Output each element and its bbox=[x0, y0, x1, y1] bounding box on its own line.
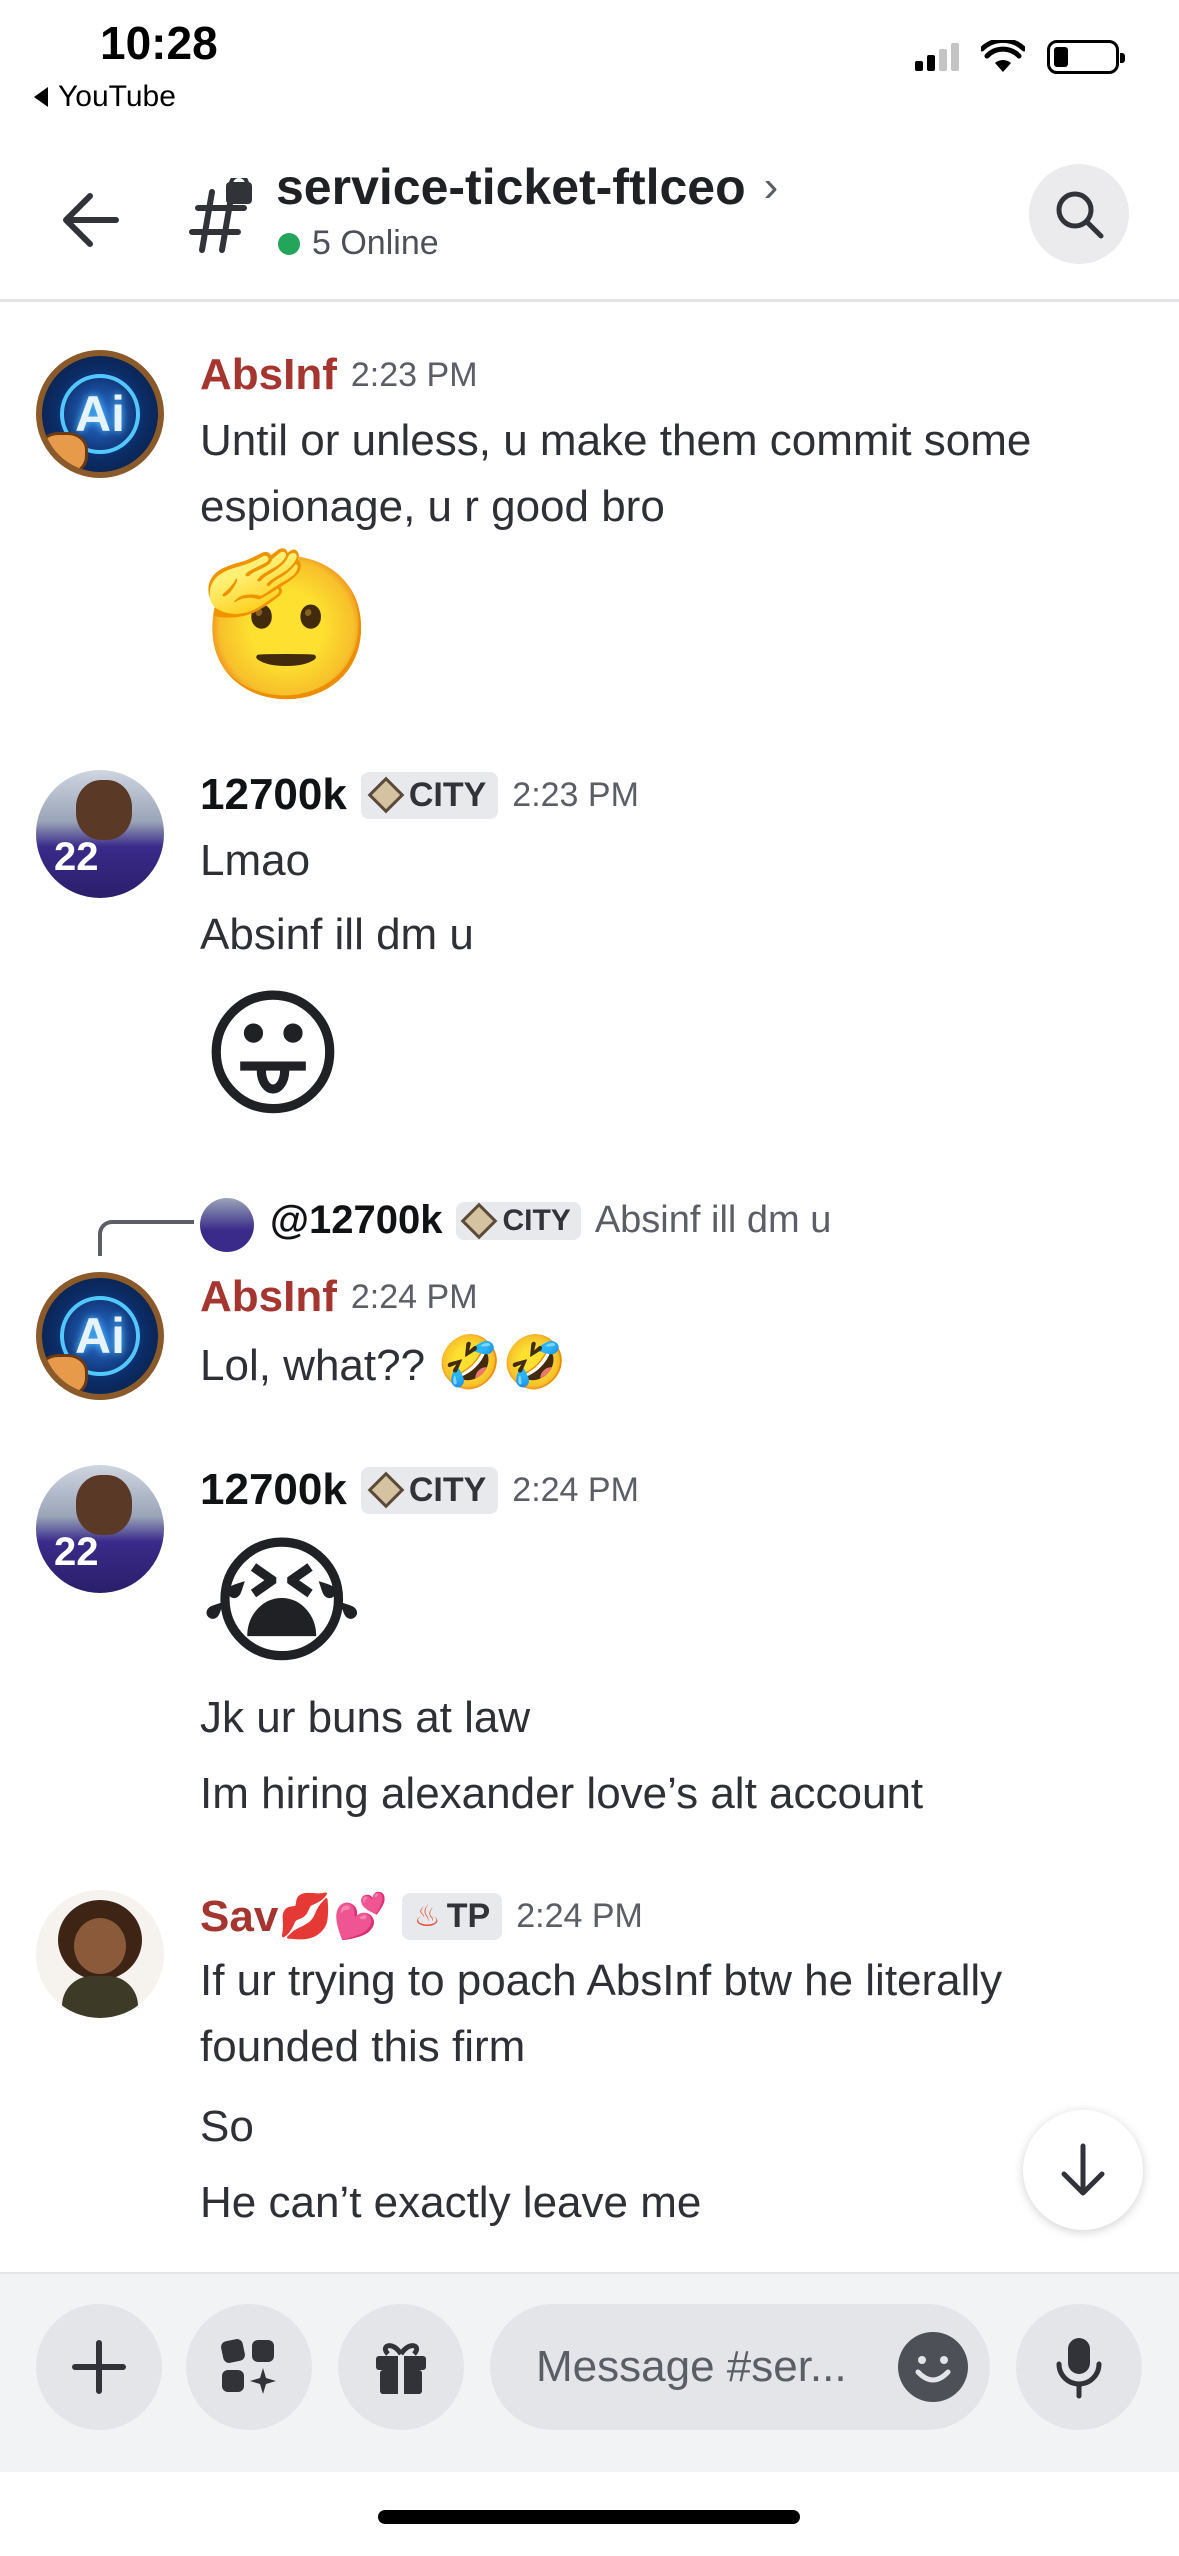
avatar[interactable]: Ai bbox=[36, 350, 164, 478]
reply-role-tag: CITY bbox=[456, 1201, 581, 1240]
message-time: 2:23 PM bbox=[350, 355, 478, 394]
message-header: Sav💋💕 ♨ TP 2:24 PM bbox=[200, 1890, 643, 1942]
gem-icon bbox=[367, 1471, 405, 1509]
wifi-icon bbox=[981, 40, 1025, 72]
message-composer: Message #ser... bbox=[0, 2272, 1179, 2472]
role-tag[interactable]: CITY bbox=[360, 1466, 499, 1514]
author-name[interactable]: 12700k bbox=[200, 1465, 347, 1515]
channel-header: service-ticket-ftlceo › 5 Online bbox=[0, 120, 1179, 302]
battery-icon bbox=[1047, 40, 1125, 74]
back-arrow-icon bbox=[63, 193, 119, 247]
gem-icon bbox=[367, 776, 405, 814]
author-name[interactable]: AbsInf bbox=[200, 350, 337, 400]
chevron-right-icon: › bbox=[763, 162, 779, 211]
role-tag[interactable]: ♨ TP bbox=[401, 1892, 503, 1940]
search-button[interactable] bbox=[1029, 164, 1129, 264]
signal-icon bbox=[915, 43, 959, 71]
message-text: Lmao bbox=[200, 836, 311, 885]
flame-icon: ♨ bbox=[413, 1899, 441, 1933]
message-emoji: 😭 bbox=[200, 1523, 364, 1680]
message-emoji: 🫡 bbox=[200, 546, 375, 703]
gift-button[interactable] bbox=[338, 2304, 464, 2430]
message-text: Lol, what?? 🤣🤣 bbox=[200, 1334, 567, 1392]
reply-author: @12700k bbox=[270, 1198, 443, 1242]
message-text: Im hiring alexander love’s alt account bbox=[200, 1769, 924, 1818]
home-indicator[interactable] bbox=[378, 2510, 800, 2524]
reply-avatar bbox=[200, 1198, 254, 1252]
gift-icon bbox=[376, 2343, 426, 2394]
avatar[interactable]: 22 bbox=[36, 770, 164, 898]
message-text: If ur trying to poach AbsInf btw he lite… bbox=[200, 1956, 1003, 2071]
message-time: 2:24 PM bbox=[512, 1470, 639, 1509]
status-icons bbox=[915, 40, 1125, 74]
back-app-label: YouTube bbox=[58, 80, 176, 113]
online-count: 5 Online bbox=[312, 224, 439, 262]
jump-to-bottom-button[interactable] bbox=[1023, 2110, 1143, 2230]
reply-reference[interactable]: @12700k CITY Absinf ill dm u bbox=[0, 1190, 1179, 1256]
inline-emoji: 🤣🤣 bbox=[437, 1334, 567, 1392]
avatar[interactable]: 22 bbox=[36, 1465, 164, 1593]
message-input[interactable]: Message #ser... bbox=[490, 2304, 990, 2430]
message-emoji: 😛 bbox=[200, 976, 346, 1133]
message-text: Absinf ill dm u bbox=[200, 910, 474, 959]
search-icon bbox=[1056, 191, 1104, 239]
message-text: Until or unless, u make them commit some… bbox=[200, 416, 1032, 531]
message-list[interactable]: Ai AbsInf 2:23 PM Until or unless, u mak… bbox=[0, 305, 1179, 2275]
status-bar: 10:28 YouTube bbox=[0, 0, 1179, 120]
message-text: He can’t exactly leave me bbox=[200, 2178, 702, 2227]
avatar[interactable] bbox=[36, 1890, 164, 2018]
back-button[interactable] bbox=[50, 180, 130, 260]
back-triangle-icon bbox=[34, 87, 48, 107]
gem-icon bbox=[461, 1202, 498, 1239]
arrow-down-icon bbox=[1061, 2143, 1105, 2196]
status-time: 10:28 bbox=[100, 17, 218, 69]
message-header: 12700k CITY 2:24 PM bbox=[200, 1465, 639, 1515]
author-name[interactable]: Sav💋💕 bbox=[200, 1890, 388, 1942]
author-name[interactable]: AbsInf bbox=[200, 1272, 337, 1322]
role-tag[interactable]: CITY bbox=[360, 771, 499, 819]
mic-icon bbox=[1056, 2338, 1102, 2399]
channel-name: service-ticket-ftlceo bbox=[276, 159, 746, 215]
author-name[interactable]: 12700k bbox=[200, 770, 347, 820]
channel-lock-icon bbox=[189, 178, 252, 253]
add-attachment-button[interactable] bbox=[36, 2304, 162, 2430]
emoji-icon[interactable] bbox=[898, 2332, 968, 2402]
apps-button[interactable] bbox=[186, 2304, 312, 2430]
avatar[interactable]: Ai bbox=[36, 1272, 164, 1400]
message-header: 12700k CITY 2:23 PM bbox=[200, 770, 639, 820]
message-header: AbsInf 2:24 PM bbox=[200, 1272, 478, 1322]
plus-icon bbox=[72, 2340, 126, 2394]
message-time: 2:24 PM bbox=[516, 1896, 643, 1935]
message-time: 2:24 PM bbox=[350, 1277, 478, 1316]
message-text: So bbox=[200, 2102, 254, 2151]
apps-icon bbox=[221, 2339, 276, 2394]
cat-badge-icon bbox=[42, 1354, 88, 1394]
channel-title[interactable]: service-ticket-ftlceo › bbox=[276, 158, 778, 216]
online-status: 5 Online bbox=[278, 224, 439, 263]
reply-text: Absinf ill dm u bbox=[594, 1199, 832, 1241]
voice-message-button[interactable] bbox=[1016, 2304, 1142, 2430]
back-to-app-link[interactable]: YouTube bbox=[34, 80, 176, 114]
message-placeholder: Message #ser... bbox=[536, 2342, 847, 2391]
reply-spine bbox=[98, 1220, 194, 1256]
message-time: 2:23 PM bbox=[512, 775, 639, 814]
cat-badge-icon bbox=[42, 432, 88, 472]
message-header: AbsInf 2:23 PM bbox=[200, 350, 478, 400]
online-dot-icon bbox=[278, 232, 300, 255]
message-text: Jk ur buns at law bbox=[200, 1693, 531, 1742]
